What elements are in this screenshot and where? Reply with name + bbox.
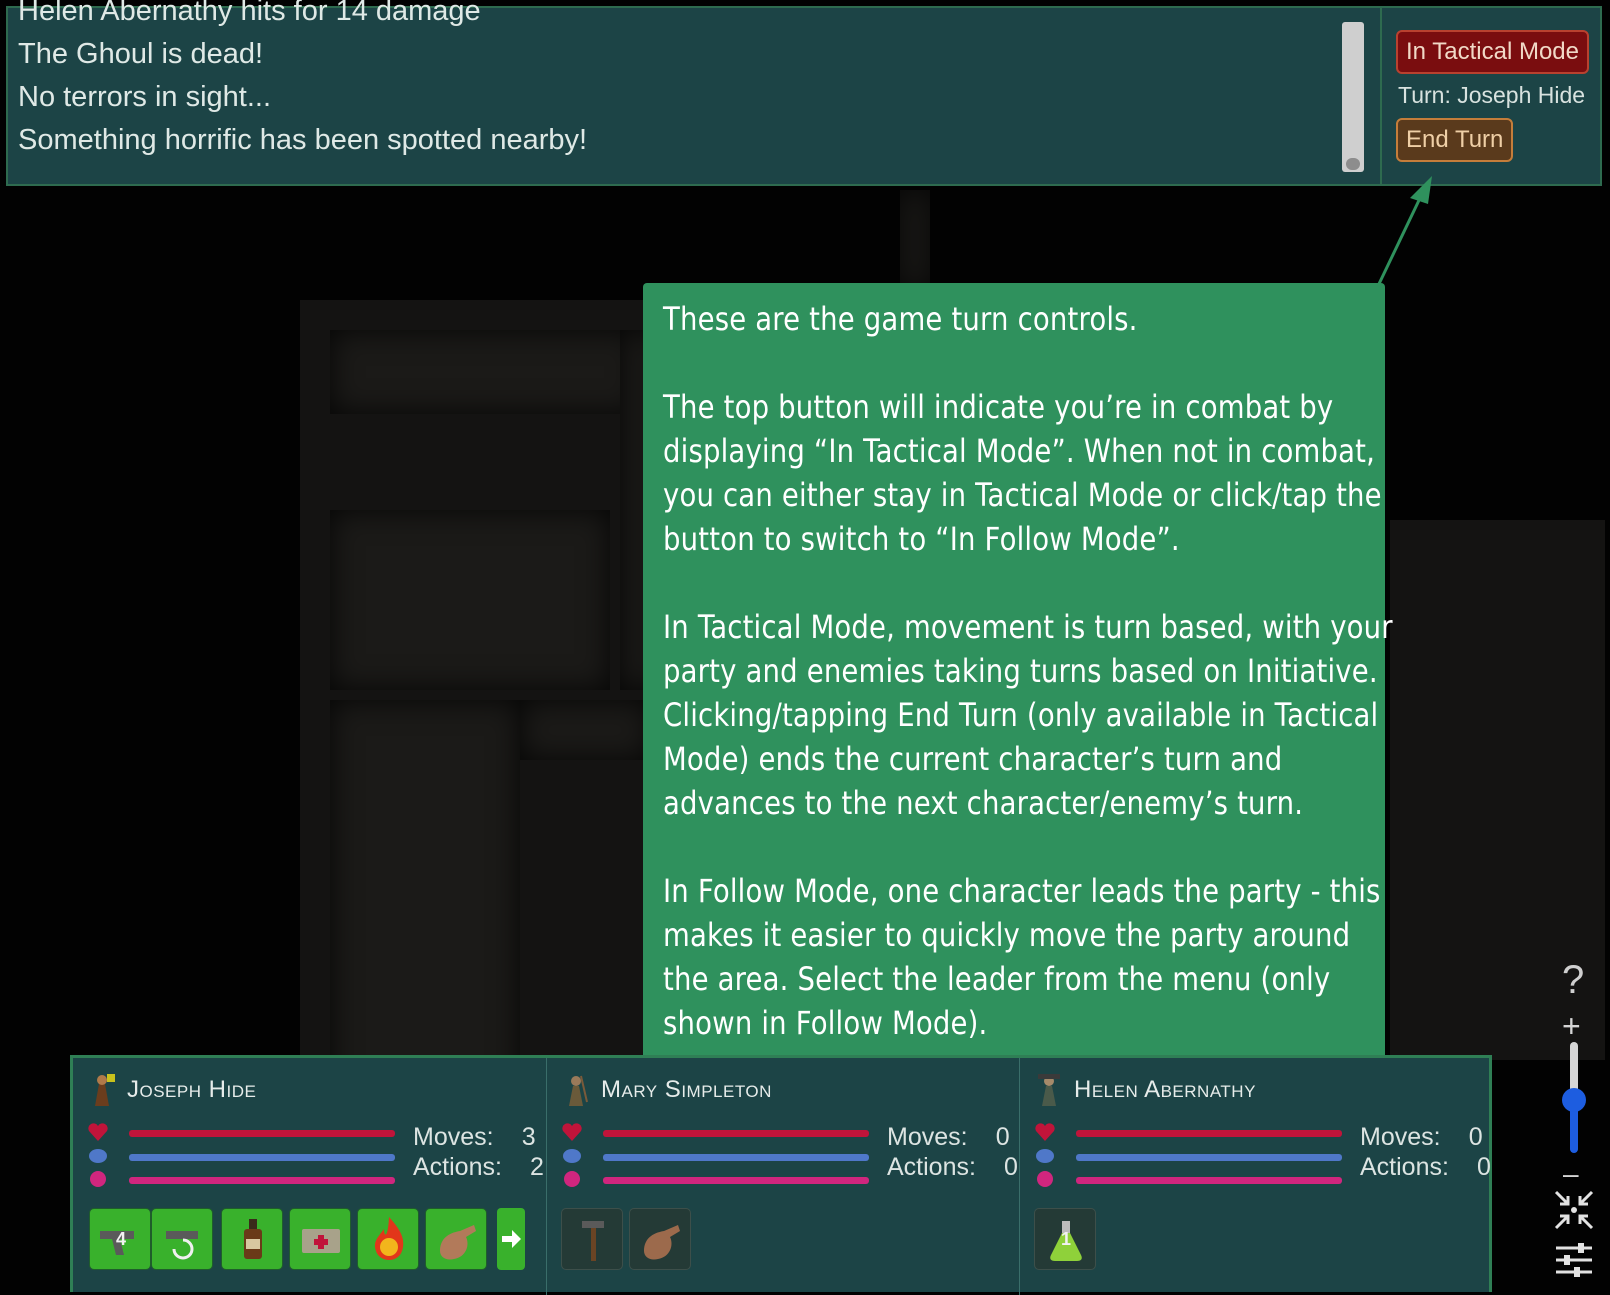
stamina-bar [603, 1177, 869, 1184]
moves-value: 0 [1468, 1123, 1483, 1151]
potion-count-badge: 1 [1061, 1229, 1072, 1249]
tooltip-paragraph: These are the game turn controls. [663, 300, 1138, 338]
dungeon-wall [330, 510, 610, 690]
item-slot-fire-ability[interactable] [357, 1208, 419, 1270]
item-slot-revolver[interactable]: 4 [89, 1208, 151, 1270]
actions-stat: Actions: 2 [413, 1153, 544, 1182]
reload-icon [166, 1231, 198, 1260]
sanity-brain-icon [563, 1149, 581, 1163]
sanity-brain-icon [89, 1149, 107, 1163]
stamina-icon [564, 1171, 580, 1187]
character-name: Joseph Hide [127, 1076, 257, 1103]
item-slot-hammer[interactable] [561, 1208, 623, 1270]
item-slot-bottle[interactable] [221, 1208, 283, 1270]
moves-label: Moves: [413, 1123, 494, 1151]
tutorial-tooltip: These are the game turn controls. The to… [643, 283, 1393, 1069]
zoom-slider-handle[interactable] [1562, 1088, 1586, 1112]
character-portrait-icon[interactable] [87, 1072, 117, 1108]
fire-ability-icon [374, 1217, 404, 1260]
item-slot-hand[interactable] [629, 1208, 691, 1270]
character-card-mary-simpleton[interactable]: Mary Simpleton Moves: 0 Actions: 0 [546, 1058, 1020, 1295]
moves-stat: Moves: 3 [413, 1123, 536, 1152]
health-heart-icon [88, 1123, 108, 1141]
dungeon-wall [520, 700, 650, 760]
sanity-bar [1076, 1154, 1342, 1161]
actions-stat: Actions: 0 [887, 1153, 1018, 1182]
tooltip-arrow-icon [1376, 176, 1432, 287]
health-heart-icon [1035, 1123, 1055, 1141]
stamina-icon [1037, 1171, 1053, 1187]
log-scrollbar-thumb[interactable] [1346, 158, 1360, 170]
item-slot-hand[interactable] [425, 1208, 487, 1270]
health-bar [1076, 1130, 1342, 1137]
center-view-icon[interactable] [1552, 1188, 1596, 1232]
log-line: Helen Abernathy hits for 14 damage [18, 0, 481, 27]
moves-stat: Moves: 0 [1360, 1123, 1483, 1152]
stamina-bar [129, 1177, 395, 1184]
actions-stat: Actions: 0 [1360, 1153, 1491, 1182]
moves-value: 3 [521, 1123, 536, 1151]
health-bar [603, 1130, 869, 1137]
tooltip-paragraph: In Tactical Mode, movement is turn based… [663, 608, 1393, 822]
turn-controls: In Tactical Mode Turn: Joseph Hide End T… [1380, 8, 1604, 184]
log-line: Something horrific has been spotted near… [18, 124, 588, 156]
bottle-icon [244, 1219, 262, 1259]
character-name: Mary Simpleton [601, 1076, 772, 1103]
party-panel: Joseph Hide Moves: 3 Actions: 2 4 Mary S… [70, 1055, 1493, 1295]
log-line: No terrors in sight... [18, 81, 272, 113]
item-slot-first-aid[interactable] [289, 1208, 351, 1270]
sanity-bar [603, 1154, 869, 1161]
moves-stat: Moves: 0 [887, 1123, 1010, 1152]
actions-value: 2 [530, 1153, 544, 1181]
actions-value: 0 [1477, 1153, 1491, 1181]
item-slot-potion[interactable]: 1 [1034, 1208, 1096, 1270]
next-items-button[interactable] [497, 1208, 525, 1270]
zoom-in-icon[interactable]: + [1562, 1010, 1581, 1042]
sanity-bar [129, 1154, 395, 1161]
stamina-bar [1076, 1177, 1342, 1184]
health-bar [129, 1130, 395, 1137]
moves-label: Moves: [887, 1123, 968, 1151]
current-turn-label: Turn: Joseph Hide [1398, 82, 1586, 108]
tooltip-paragraph: In Follow Mode, one character leads the … [663, 872, 1381, 1042]
health-heart-icon [562, 1123, 582, 1141]
character-card-helen-abernathy[interactable]: Helen Abernathy Moves: 0 Actions: 0 1 [1019, 1058, 1493, 1295]
log-line: The Ghoul is dead! [18, 38, 264, 70]
character-name: Helen Abernathy [1074, 1076, 1256, 1103]
character-portrait-icon[interactable] [561, 1072, 591, 1108]
character-card-joseph-hide[interactable]: Joseph Hide Moves: 3 Actions: 2 4 [73, 1058, 546, 1295]
stamina-icon [90, 1171, 106, 1187]
moves-label: Moves: [1360, 1123, 1441, 1151]
arrow-right-icon [502, 1230, 521, 1248]
combat-log-panel: Helen Abernathy hits for 14 damage The G… [6, 0, 1604, 186]
end-turn-button[interactable]: End Turn [1396, 118, 1514, 162]
combat-log[interactable]: Helen Abernathy hits for 14 damage The G… [18, 0, 1338, 162]
actions-label: Actions: [887, 1153, 976, 1181]
ammo-count-badge: 4 [116, 1229, 127, 1249]
actions-label: Actions: [413, 1153, 502, 1181]
character-portrait-icon[interactable] [1034, 1072, 1064, 1108]
hammer-icon [582, 1221, 604, 1261]
hand-icon [644, 1225, 680, 1260]
dungeon-wall [330, 700, 520, 1110]
actions-label: Actions: [1360, 1153, 1449, 1181]
sanity-brain-icon [1036, 1149, 1054, 1163]
zoom-out-icon[interactable]: – [1563, 1160, 1579, 1188]
help-icon[interactable]: ? [1562, 958, 1584, 1003]
tooltip-paragraph: The top button will indicate you’re in c… [663, 388, 1382, 558]
moves-value: 0 [995, 1123, 1010, 1151]
item-slot-reload[interactable] [151, 1208, 213, 1270]
dungeon-wall [900, 190, 930, 290]
tactical-mode-button[interactable]: In Tactical Mode [1396, 30, 1589, 74]
dungeon-wall [330, 330, 640, 414]
hand-icon [440, 1225, 476, 1260]
log-scrollbar[interactable] [1342, 22, 1364, 172]
settings-sliders-icon[interactable] [1552, 1238, 1596, 1282]
actions-value: 0 [1004, 1153, 1018, 1181]
first-aid-icon [302, 1229, 340, 1253]
